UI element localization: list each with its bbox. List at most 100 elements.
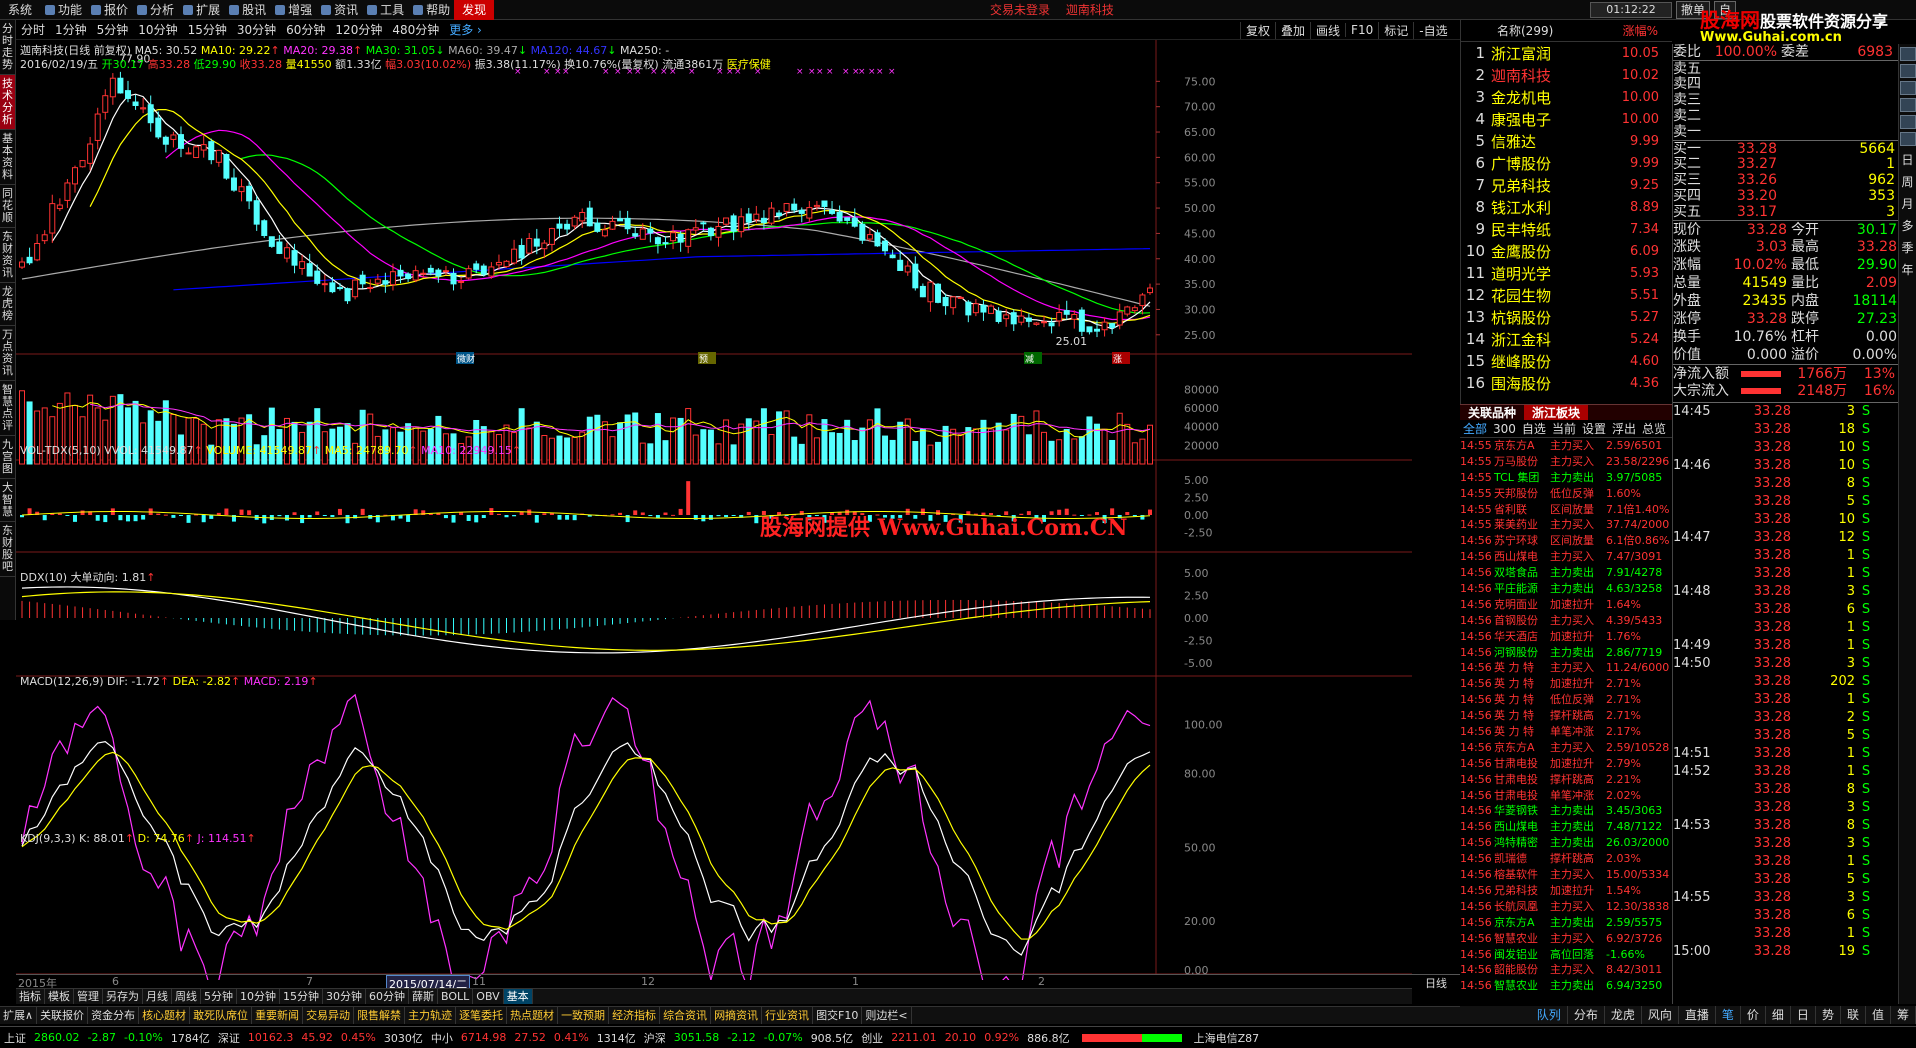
news-tab-14[interactable]: 网摘资讯 [711,1007,763,1024]
left-tab-10[interactable]: 东财股吧 [0,522,15,577]
rank-row[interactable]: 7 兄弟科技 9.25 [1461,174,1672,196]
menu-tools[interactable]: 工具 [362,0,408,20]
sell-level-row[interactable]: 卖三 [1673,92,1898,108]
menu-news[interactable]: 股讯 [224,0,270,20]
quote-tab-5[interactable]: 笔 [1716,1006,1741,1024]
left-tab-3[interactable]: 同花顺 [0,185,15,228]
ticker-row[interactable]: 14:56 智慧农业 主力卖出 6.94/3250 [1460,978,1672,994]
buy-level-row[interactable]: 买五 33.17 3 [1673,204,1898,220]
ticker-row[interactable]: 14:56 英 力 特 加速拉升 2.71% [1460,676,1672,692]
indicator-tab-7[interactable]: 10分钟 [237,989,280,1004]
rank-row[interactable]: 6 广博股份 9.99 [1461,152,1672,174]
ticker-row[interactable]: 14:56 甘肃电投 单笔冲涨 2.02% [1460,788,1672,804]
ticker-row[interactable]: 14:56 京东方A 主力买入 2.59/10528 [1460,740,1672,756]
sh-index-name[interactable]: 上证 [0,1030,30,1046]
period-tab-1[interactable]: 1分钟 [50,21,92,38]
ticker-row[interactable]: 14:56 榕基软件 主力买入 15.00/5334 [1460,867,1672,883]
left-tab-0[interactable]: 分时走势 [0,20,15,75]
quote-tab-6[interactable]: 价 [1741,1006,1766,1024]
ticker-row[interactable]: 14:56 首钢股份 主力买入 4.39/5433 [1460,613,1672,629]
rank-row[interactable]: 5 信雅达 9.99 [1461,130,1672,152]
chart-tool-2[interactable]: 画线 [1310,21,1345,39]
left-tab-5[interactable]: 龙虎榜 [0,283,15,326]
rank-row[interactable]: 14 浙江金科 5.24 [1461,328,1672,350]
sell-level-row[interactable]: 卖五 [1673,60,1898,77]
info-sector[interactable]: 医疗保健 [727,58,771,71]
news-tab-9[interactable]: 逐笔委托 [456,1007,508,1024]
rank-row[interactable]: 11 道明光学 5.93 [1461,262,1672,284]
ticker-row[interactable]: 14:56 西山煤电 主力卖出 7.48/7122 [1460,819,1672,835]
indicator-tab-10[interactable]: 60分钟 [366,989,409,1004]
hs-index-name[interactable]: 沪深 [640,1030,670,1046]
news-tab-4[interactable]: 敢死队席位 [190,1007,253,1024]
tab-related[interactable]: 关联品种 [1460,405,1524,420]
quote-tab-3[interactable]: 风向 [1642,1006,1679,1024]
menu-help[interactable]: 帮助 [408,0,454,20]
ticker-row[interactable]: 14:56 兄弟科技 加速拉升 1.54% [1460,883,1672,899]
ticker-row[interactable]: 14:56 苏宁环球 区间放量 6.1倍0.86% [1460,533,1672,549]
rank-row[interactable]: 1 浙江富润 10.05 [1461,42,1672,64]
news-tab-3[interactable]: 核心题材 [139,1007,191,1024]
menu-info[interactable]: 资讯 [316,0,362,20]
side-tool-icon[interactable] [1900,132,1916,146]
side-tool-icon[interactable] [1900,98,1916,112]
news-tab-13[interactable]: 综合资讯 [660,1007,712,1024]
rank-row[interactable]: 8 钱江水利 8.89 [1461,196,1672,218]
period-tab-2[interactable]: 5分钟 [92,21,134,38]
ticker-row[interactable]: 14:55 莱美药业 主力买入 37.74/2000 [1460,517,1672,533]
left-tab-1[interactable]: 技术分析 [0,75,15,130]
side-period-3[interactable]: 多 [1899,215,1916,237]
quote-tab-2[interactable]: 龙虎 [1605,1006,1642,1024]
rank-title[interactable]: 名称(299) [1497,22,1553,39]
ticker-row[interactable]: 14:55 天邦股份 低位反弹 1.60% [1460,486,1672,502]
quote-tab-12[interactable]: 筹 [1891,1006,1916,1024]
rank-row[interactable]: 13 杭锅股份 5.27 [1461,306,1672,328]
news-tab-6[interactable]: 交易异动 [303,1007,355,1024]
sz-index-name[interactable]: 深证 [214,1030,244,1046]
indicator-tab-3[interactable]: 另存为 [103,989,143,1004]
menu-function[interactable]: 功能 [40,0,86,20]
left-tab-2[interactable]: 基本资料 [0,130,15,185]
menu-enhance[interactable]: 增强 [270,0,316,20]
buy-level-row[interactable]: 买四 33.20 353 [1673,188,1898,204]
news-tab-12[interactable]: 经济指标 [609,1007,661,1024]
indicator-tab-13[interactable]: OBV [473,989,504,1004]
ticker-row[interactable]: 14:56 河钢股份 主力卖出 2.86/7719 [1460,645,1672,661]
ticker-row[interactable]: 14:56 华菱钢铁 主力卖出 3.45/3063 [1460,803,1672,819]
side-tool-icon[interactable] [1900,64,1916,78]
rank-row[interactable]: 2 迦南科技 10.02 [1461,64,1672,86]
rank-row[interactable]: 3 金龙机电 10.00 [1461,86,1672,108]
indicator-tab-5[interactable]: 周线 [172,989,201,1004]
indicator-tab-9[interactable]: 30分钟 [323,989,366,1004]
left-tab-8[interactable]: 九宫图 [0,436,15,479]
rank-row[interactable]: 9 民丰特纸 7.34 [1461,218,1672,240]
period-tab-7[interactable]: 120分钟 [330,21,387,38]
news-tab-7[interactable]: 限售解禁 [354,1007,406,1024]
indicator-tab-4[interactable]: 月线 [143,989,172,1004]
quote-tab-4[interactable]: 直播 [1679,1006,1716,1024]
ticker-row[interactable]: 14:56 英 力 特 主力买入 11.24/6000 [1460,660,1672,676]
rank-row[interactable]: 10 金鹰股份 6.09 [1461,240,1672,262]
ticker-row[interactable]: 14:56 鸿特精密 主力卖出 26.03/2000 [1460,835,1672,851]
indicator-tab-14[interactable]: 基本 [503,989,533,1004]
news-tab-17[interactable]: 则边栏< [862,1007,912,1024]
ticker-row[interactable]: 14:56 英 力 特 低位反弹 2.71% [1460,692,1672,708]
quote-tab-7[interactable]: 细 [1766,1006,1791,1024]
menu-discover[interactable]: 发现 [454,0,495,20]
period-tab-8[interactable]: 480分钟 [387,21,444,38]
ticker-row[interactable]: 14:56 智慧农业 主力买入 6.92/3726 [1460,931,1672,947]
indicator-tab-11[interactable]: 薛斯 [409,989,438,1004]
side-period-4[interactable]: 季 [1899,237,1916,259]
indicator-tab-1[interactable]: 模板 [45,989,74,1004]
side-period-0[interactable]: 日 [1899,149,1916,171]
buy-level-row[interactable]: 买二 33.27 1 [1673,156,1898,172]
ticker-filter-6[interactable]: 总览 [1639,420,1669,437]
side-period-1[interactable]: 周 [1899,171,1916,193]
ticker-row[interactable]: 14:56 英 力 特 撑杆跳高 2.71% [1460,708,1672,724]
indicator-tab-6[interactable]: 5分钟 [201,989,237,1004]
ticker-row[interactable]: 14:56 甘肃电投 撑杆跳高 2.21% [1460,772,1672,788]
indicator-tab-0[interactable]: 指标 [16,989,45,1004]
ticker-filter-4[interactable]: 设置 [1579,420,1609,437]
indicator-tab-8[interactable]: 15分钟 [280,989,323,1004]
quote-tab-0[interactable]: 队列 [1531,1006,1568,1024]
